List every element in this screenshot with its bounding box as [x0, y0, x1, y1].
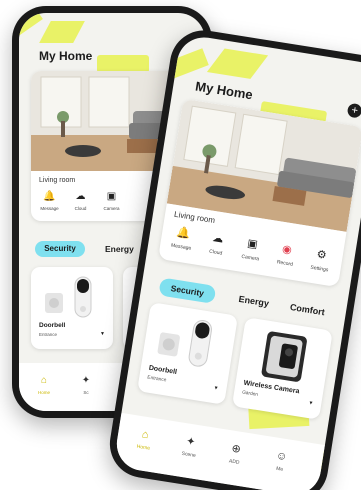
- quick-action-camera[interactable]: ▣ Camera: [97, 191, 126, 211]
- deco-shape: [39, 21, 85, 43]
- deco-shape: [164, 48, 209, 80]
- chevron-down-icon[interactable]: ▼: [308, 400, 314, 407]
- quick-action-label: Camera: [240, 253, 260, 263]
- home-icon: ⌂: [40, 375, 48, 386]
- nav-item-add[interactable]: ⊕ ADD: [217, 441, 254, 468]
- deco-shape: [19, 13, 43, 37]
- camera-icon: ▣: [106, 191, 117, 202]
- page-title: My Home: [194, 78, 254, 103]
- chevron-down-icon[interactable]: ▼: [100, 331, 105, 337]
- quick-action-message[interactable]: 🔔 Message: [35, 191, 64, 211]
- nav-label: Sc: [83, 390, 89, 395]
- device-name: Doorbell: [148, 364, 178, 376]
- camera-icon: ▣: [246, 237, 259, 252]
- quick-actions: 🔔 Message ☁ Cloud ▣ Camera ◉ Record ⚙ Se…: [164, 225, 343, 276]
- doorbell-image: [45, 276, 92, 318]
- nav-label: Me: [275, 465, 284, 473]
- nav-label: Home: [136, 443, 151, 452]
- chevron-down-icon[interactable]: ▼: [213, 385, 219, 392]
- device-name: Doorbell: [39, 322, 66, 329]
- room-card[interactable]: Living room 🔔 Message ☁ Cloud ▣ Camera ◉…: [158, 98, 361, 288]
- tab-security[interactable]: Security: [35, 241, 85, 257]
- device-room: Entrance: [146, 375, 167, 384]
- nav-item-scene[interactable]: ✦ Sc: [71, 375, 101, 395]
- nav-label: Home: [37, 390, 50, 395]
- nav-item-me[interactable]: ☺ Me: [262, 448, 299, 475]
- device-room: Garden: [241, 390, 259, 398]
- device-room: Entrance: [39, 332, 58, 337]
- quick-action-message[interactable]: 🔔 Message: [164, 225, 201, 253]
- settings-icon: ⚙: [315, 248, 328, 262]
- doorbell-image: [157, 320, 212, 367]
- tab-energy[interactable]: Energy: [105, 241, 134, 257]
- quick-action-label: Settings: [309, 264, 329, 274]
- nav-label: ADD: [228, 458, 240, 466]
- nav-label: Scene: [181, 450, 197, 459]
- quick-action-label: Cloud: [74, 206, 87, 211]
- quick-action-camera[interactable]: ▣ Camera: [233, 236, 270, 264]
- device-card-doorbell[interactable]: Doorbell Entrance ▼: [31, 267, 113, 349]
- living-room-photo: [166, 98, 361, 232]
- user-icon: ☺: [275, 449, 289, 464]
- quick-action-label: Message: [40, 206, 59, 211]
- quick-action-label: Message: [170, 242, 192, 252]
- nav-item-home[interactable]: ⌂ Home: [29, 375, 59, 395]
- bell-icon: 🔔: [43, 191, 56, 202]
- quick-action-cloud[interactable]: ☁ Cloud: [66, 191, 95, 211]
- bell-icon: 🔔: [175, 226, 192, 241]
- room-label: Living room: [173, 209, 216, 226]
- cloud-icon: ☁: [211, 232, 225, 246]
- device-card-doorbell[interactable]: Doorbell Entrance ▼: [137, 302, 239, 405]
- tab-security[interactable]: Security: [158, 277, 217, 304]
- home-icon: ⌂: [141, 428, 150, 442]
- quick-action-cloud[interactable]: ☁ Cloud: [198, 230, 235, 258]
- scene-icon: ✦: [185, 435, 197, 449]
- quick-action-record[interactable]: ◉ Record: [268, 241, 305, 269]
- nav-item-home[interactable]: ⌂ Home: [126, 426, 163, 453]
- tab-comfort[interactable]: Comfort: [289, 298, 326, 321]
- wireless-camera-image: [261, 331, 307, 382]
- tab-energy[interactable]: Energy: [237, 290, 270, 313]
- page-title: My Home: [39, 49, 93, 63]
- deco-shape: [206, 48, 269, 79]
- nav-item-scene[interactable]: ✦ Scene: [171, 433, 208, 460]
- cloud-icon: ☁: [75, 191, 86, 202]
- scene-icon: ✦: [81, 375, 91, 386]
- room-label: Living room: [39, 177, 76, 184]
- quick-action-label: Record: [276, 259, 294, 268]
- plus-icon[interactable]: +: [346, 102, 361, 119]
- quick-action-label: Camera: [103, 206, 120, 211]
- record-icon: ◉: [281, 243, 293, 257]
- quick-action-settings[interactable]: ⚙ Settings: [302, 247, 339, 275]
- quick-action-label: Cloud: [208, 248, 223, 257]
- add-icon: ⊕: [230, 442, 242, 456]
- device-card-wireless-camera[interactable]: Wireless Camera Garden ▼: [231, 317, 333, 420]
